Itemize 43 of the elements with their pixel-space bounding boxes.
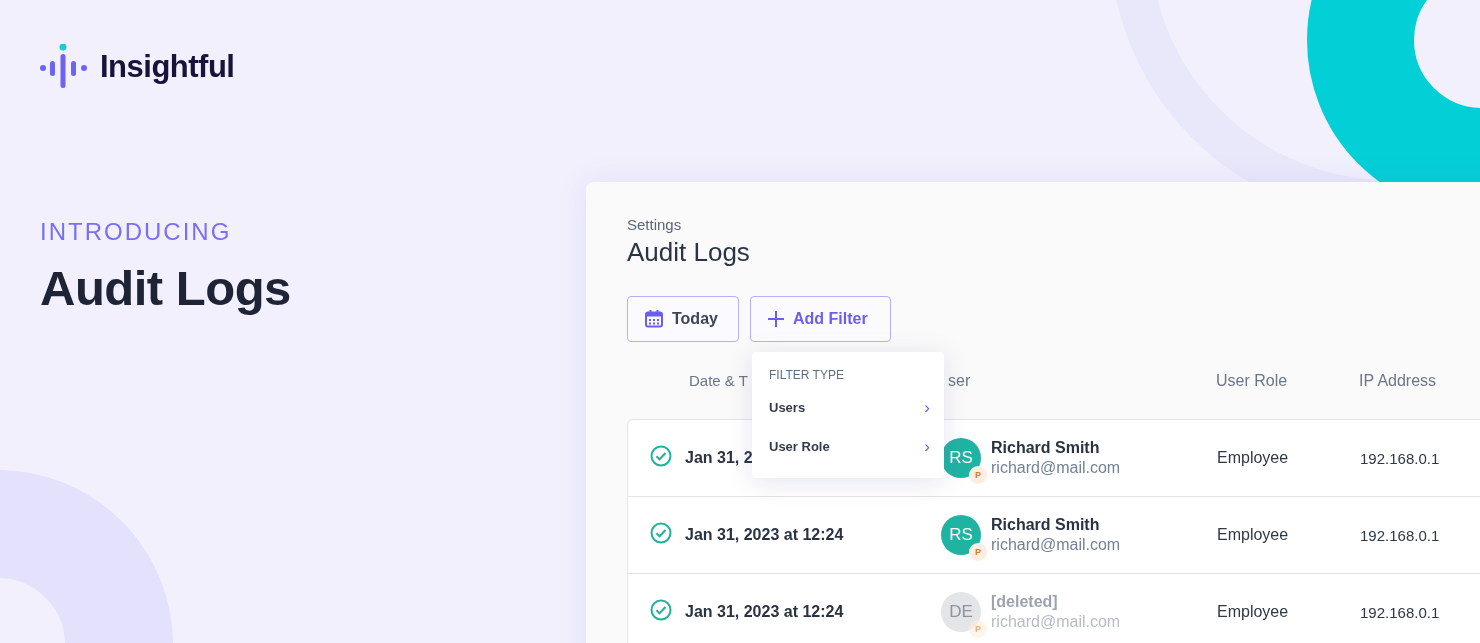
chevron-icon: ›	[924, 397, 930, 418]
user-name: Richard Smith	[991, 439, 1101, 457]
role-badge: P	[969, 620, 987, 638]
user-email: richard@mail.com	[991, 459, 1122, 477]
user-email: richard@mail.com	[991, 536, 1122, 554]
role-cell-text: Employee	[1217, 603, 1290, 621]
menu-heading: FILTER TYPE	[768, 368, 845, 382]
role-badge: P	[969, 543, 987, 561]
plus-icon	[767, 310, 785, 328]
date-cell-text: Jan 31, 2	[685, 449, 754, 467]
menu-item[interactable]: User Role ›	[752, 427, 944, 466]
add-filter-button[interactable]: Add Filter	[750, 296, 891, 342]
menu-item[interactable]: Users ›	[752, 388, 944, 427]
ip-cell-text: 192.168.0.1	[1360, 449, 1441, 467]
ip-cell-text: 192.168.0.1	[1360, 526, 1441, 544]
date-cell-text: Jan 31, 2023 at 12:24	[685, 526, 845, 544]
role-cell-text: Employee	[1217, 526, 1290, 544]
avatar-initials: RS	[949, 448, 973, 468]
check-circle-icon	[650, 599, 672, 621]
chevron-icon: ›	[924, 436, 930, 457]
avatar-initials: RS	[949, 525, 973, 545]
ip-cell-text: 192.168.0.1	[1360, 603, 1441, 621]
eyebrow-text: INTRODUCING	[40, 218, 233, 246]
brand-name: Insightful	[100, 49, 235, 85]
column-header: Date & T	[688, 372, 748, 389]
user-name: Richard Smith	[991, 516, 1101, 534]
calendar-icon	[644, 309, 664, 329]
page-title: Audit Logs	[627, 237, 751, 268]
column-header: User Role	[1216, 371, 1288, 390]
role-badge: P	[969, 466, 987, 484]
role-cell-text: Employee	[1217, 449, 1290, 467]
date-button[interactable]: Today	[627, 296, 739, 342]
breadcrumb: Settings	[627, 216, 683, 233]
column-header: ser	[947, 371, 971, 390]
check-circle-icon	[650, 445, 672, 467]
hero-title: Audit Logs	[40, 260, 292, 316]
user-name: [deleted]	[991, 593, 1059, 611]
avatar-initials: DE	[949, 602, 973, 622]
date-cell-text: Jan 31, 2023 at 12:24	[685, 603, 845, 621]
check-circle-icon	[650, 522, 672, 544]
column-header: IP Address	[1359, 371, 1437, 390]
user-email: richard@mail.com	[991, 613, 1122, 631]
logo-icon	[40, 44, 90, 90]
